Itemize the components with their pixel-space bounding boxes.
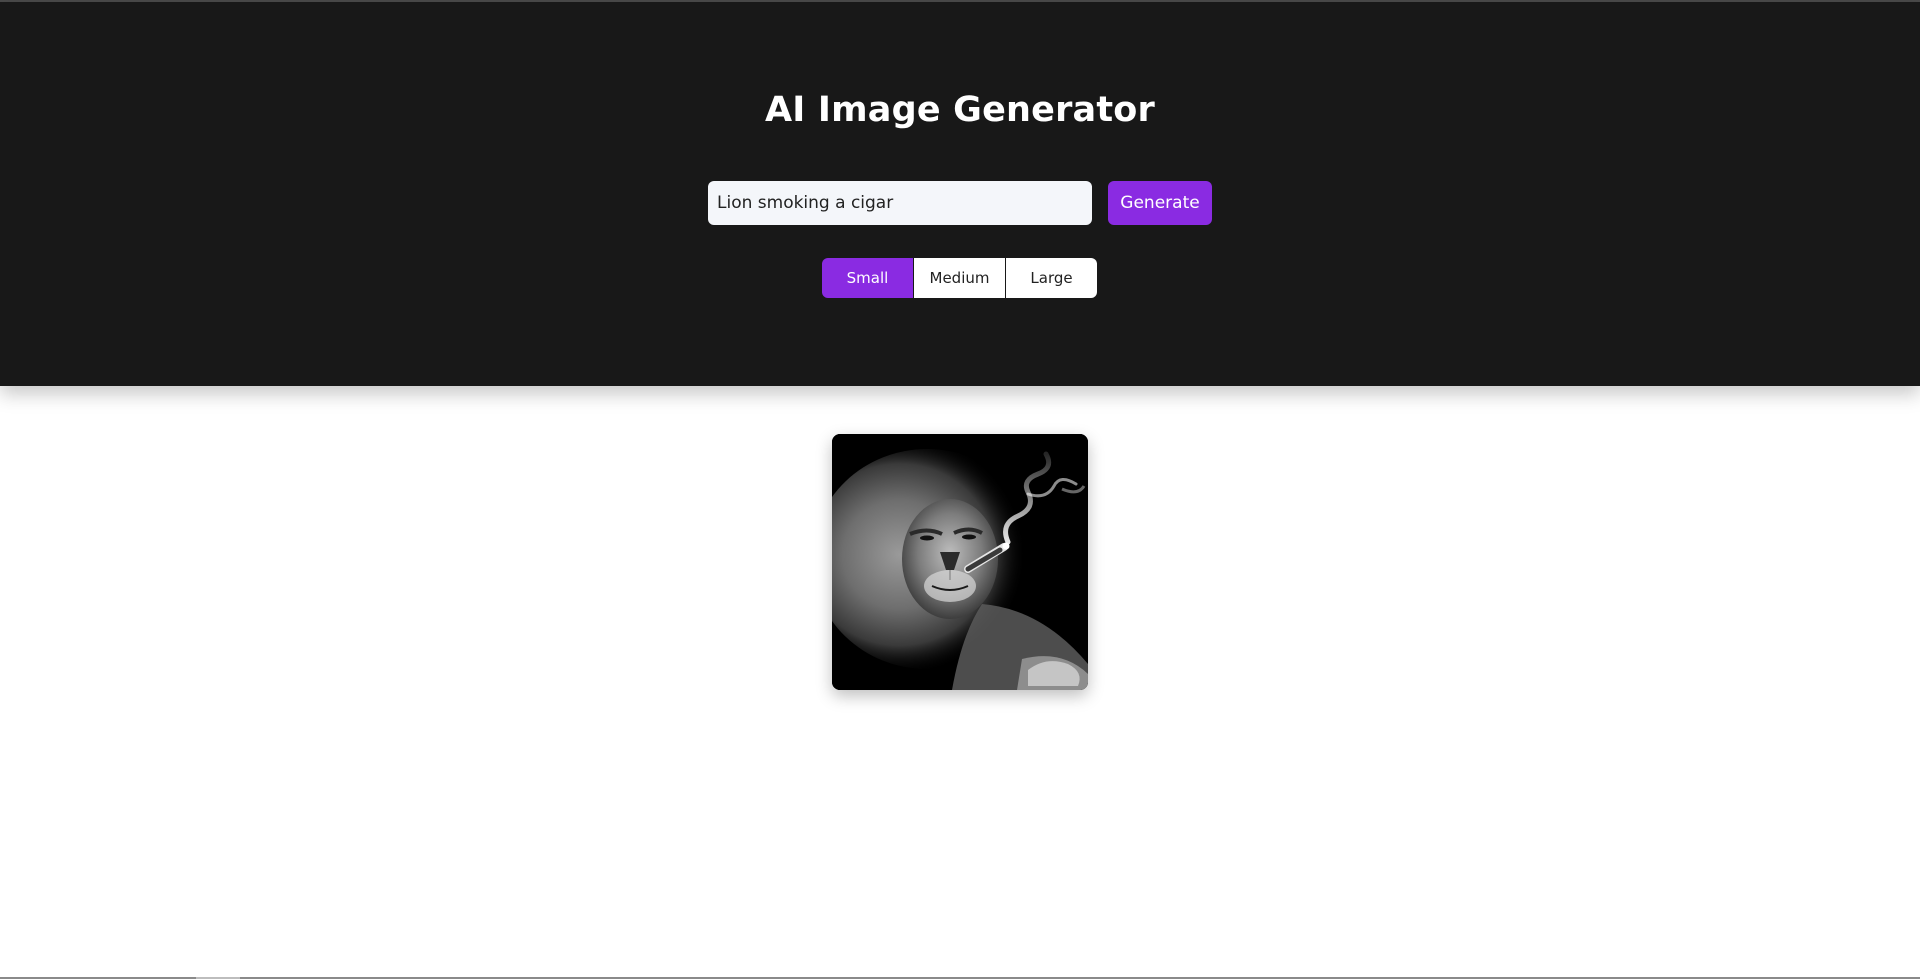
prompt-input[interactable]	[708, 181, 1092, 225]
generated-image[interactable]	[832, 434, 1088, 690]
app-header: AI Image Generator Generate Small Medium…	[0, 2, 1920, 386]
size-selector: Small Medium Large	[822, 258, 1097, 298]
size-small-button[interactable]: Small	[822, 258, 913, 298]
size-medium-button[interactable]: Medium	[914, 258, 1005, 298]
page-title: AI Image Generator	[764, 90, 1156, 130]
size-large-button[interactable]: Large	[1006, 258, 1097, 298]
lion-smoking-cigar-icon	[832, 434, 1088, 690]
generate-button[interactable]: Generate	[1108, 181, 1212, 225]
